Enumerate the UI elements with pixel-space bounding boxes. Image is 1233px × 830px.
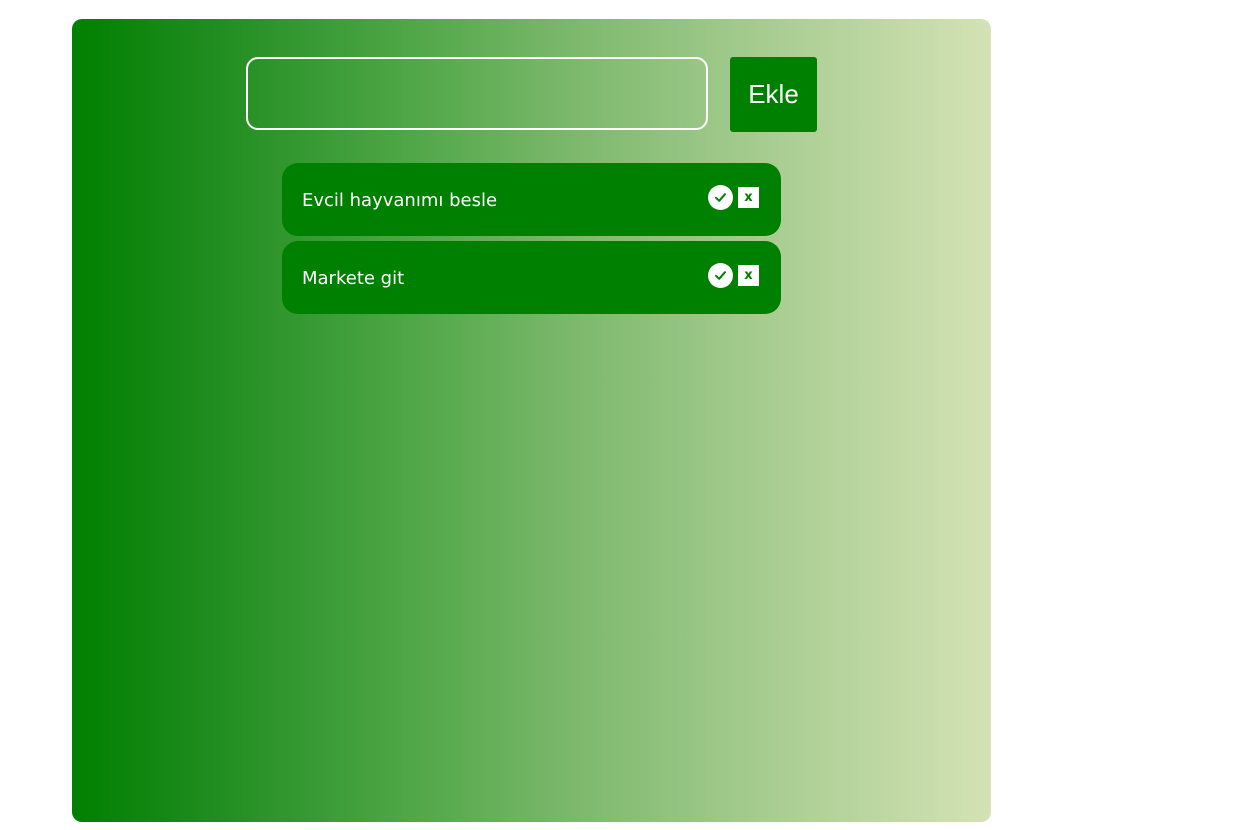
todo-actions: x: [708, 185, 759, 210]
todo-text: Markete git: [302, 268, 405, 289]
todo-text: Evcil hayvanımı besle: [302, 190, 498, 211]
todo-list: Evcil hayvanımı besle x Markete git x: [282, 163, 781, 319]
task-input[interactable]: [246, 57, 708, 130]
add-button[interactable]: Ekle: [730, 57, 817, 132]
todo-app-panel: Ekle Evcil hayvanımı besle x Markete git: [72, 19, 991, 822]
list-item: Evcil hayvanımı besle x: [282, 163, 781, 236]
delete-button[interactable]: x: [738, 265, 759, 286]
delete-button[interactable]: x: [738, 187, 759, 208]
list-item: Markete git x: [282, 241, 781, 314]
check-icon[interactable]: [708, 185, 733, 210]
check-icon[interactable]: [708, 263, 733, 288]
todo-actions: x: [708, 263, 759, 288]
